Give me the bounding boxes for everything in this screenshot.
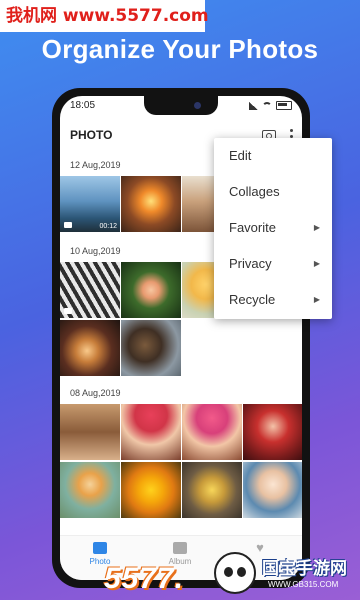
- app-title: PHOTO: [70, 128, 113, 142]
- notch: [144, 96, 218, 115]
- menu-item-label: Favorite: [229, 220, 276, 235]
- menu-item-label: Collages: [229, 184, 280, 199]
- photo-thumbnail[interactable]: [121, 176, 181, 232]
- watermark-bottom-right: 国宝手游网 WWW.GB315.COM: [204, 546, 360, 600]
- section-date: 12 Aug,2019: [70, 160, 121, 170]
- video-duration: 00:12: [99, 223, 117, 230]
- front-camera: [194, 102, 201, 109]
- photo-thumbnail[interactable]: [243, 404, 302, 460]
- overflow-menu: Edit Collages Favorite ▶ Privacy ▶ Recyc…: [214, 138, 332, 319]
- photo-thumbnail[interactable]: [121, 462, 181, 518]
- menu-item-privacy[interactable]: Privacy ▶: [214, 246, 332, 282]
- menu-item-label: Edit: [229, 148, 252, 163]
- photo-thumbnail[interactable]: [182, 404, 242, 460]
- status-icons: [249, 101, 292, 110]
- photo-icon: [93, 542, 107, 554]
- menu-item-collages[interactable]: Collages: [214, 174, 332, 210]
- section-date: 10 Aug,2019: [70, 246, 121, 256]
- menu-item-recycle[interactable]: Recycle ▶: [214, 282, 332, 318]
- video-icon: [64, 222, 72, 228]
- video-icon: [64, 308, 72, 314]
- wifi-icon: [262, 101, 272, 110]
- photo-thumbnail[interactable]: [121, 262, 181, 318]
- section-date: 08 Aug,2019: [70, 388, 121, 398]
- photo-thumbnail[interactable]: [182, 462, 242, 518]
- submenu-arrow-icon: ▶: [313, 259, 320, 268]
- promo-headline: Organize Your Photos: [41, 34, 319, 64]
- signal-icon: [249, 101, 258, 110]
- menu-item-favorite[interactable]: Favorite ▶: [214, 210, 332, 246]
- watermark-top: 我机网 www.5577.com: [0, 0, 209, 32]
- menu-item-label: Recycle: [229, 292, 276, 307]
- watermark-site-url: WWW.GB315.COM: [268, 580, 339, 589]
- photo-thumbnail[interactable]: [121, 404, 181, 460]
- photo-thumbnail[interactable]: [121, 320, 181, 376]
- video-thumbnail[interactable]: 00:12: [60, 176, 120, 232]
- submenu-arrow-icon: ▶: [313, 223, 320, 232]
- watermark-bottom-left: 5577.: [104, 562, 185, 595]
- photo-thumbnail[interactable]: [60, 462, 120, 518]
- submenu-arrow-icon: ▶: [313, 295, 320, 304]
- menu-item-edit[interactable]: Edit: [214, 138, 332, 174]
- photo-thumbnail[interactable]: [243, 462, 302, 518]
- panda-logo-icon: [214, 552, 256, 594]
- watermark-site-title: 国宝手游网: [262, 559, 347, 578]
- battery-icon: [276, 101, 292, 110]
- video-thumbnail[interactable]: [60, 262, 120, 318]
- status-time: 18:05: [70, 100, 96, 111]
- photo-thumbnail[interactable]: [60, 320, 120, 376]
- photo-thumbnail[interactable]: [60, 404, 120, 460]
- album-icon: [173, 542, 187, 554]
- menu-item-label: Privacy: [229, 256, 272, 271]
